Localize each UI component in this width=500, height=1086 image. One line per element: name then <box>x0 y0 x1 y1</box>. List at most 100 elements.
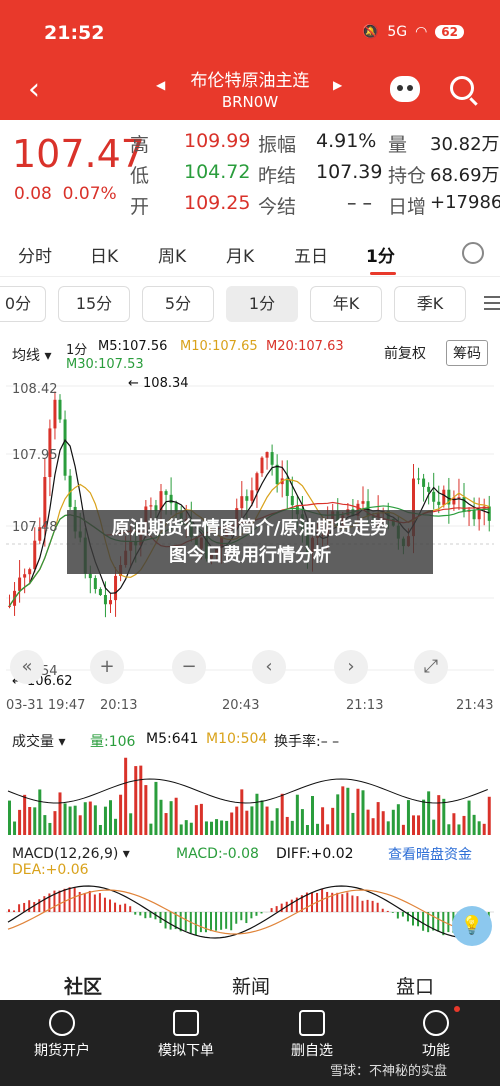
pill-season-k[interactable]: 季K <box>394 286 466 322</box>
candle-body <box>33 540 37 570</box>
volume-bar <box>437 795 441 835</box>
x-tick: 21:13 <box>346 698 384 713</box>
pan-left-icon[interactable]: ‹ <box>252 650 286 684</box>
dark-fund-link[interactable]: 查看暗盘资金 <box>388 844 472 864</box>
tab-monthly-k[interactable]: 月K <box>226 242 254 267</box>
volume-bar <box>78 815 82 835</box>
nav-remove-watch[interactable]: 删自选 <box>262 1000 362 1060</box>
volume-bar <box>189 822 193 835</box>
status-icons: 🔕 5G ◠ 62 <box>362 24 464 40</box>
volume-bar <box>169 801 173 835</box>
vol-m10: M10:504 <box>206 731 268 747</box>
tab-community[interactable]: 社区 <box>64 972 102 999</box>
pill-15min[interactable]: 15分 <box>58 286 130 322</box>
volume-svg <box>7 757 491 835</box>
candle-body <box>275 464 279 485</box>
volume-bar <box>351 812 355 835</box>
volume-bar <box>103 806 107 835</box>
nav-functions[interactable]: 功能 <box>386 1000 486 1060</box>
tab-daily-k[interactable]: 日K <box>90 242 118 267</box>
volume-bar <box>129 813 133 835</box>
tab-fenshi[interactable]: 分时 <box>18 242 52 267</box>
volume-bar <box>48 822 52 835</box>
tab-news[interactable]: 新闻 <box>232 972 270 999</box>
pill-5min[interactable]: 5分 <box>142 286 214 322</box>
next-contract-icon[interactable]: ▶ <box>333 78 342 92</box>
more-menu-icon[interactable] <box>484 296 500 310</box>
macd-label: MACD(12,26,9) <box>12 846 119 862</box>
search-icon[interactable] <box>450 76 474 100</box>
volume-bar <box>13 821 17 835</box>
volume-bar <box>452 813 456 835</box>
volume-label: 成交量 <box>12 734 54 750</box>
fullscreen-icon[interactable]: ⤢ <box>414 650 448 684</box>
high-marker-value: 108.34 <box>143 376 189 391</box>
battery-badge: 62 <box>435 25 464 39</box>
macd-select[interactable]: MACD(12,26,9) ▾ <box>12 846 130 862</box>
vol-m5: M5:641 <box>146 731 199 747</box>
ma-mode-select[interactable]: 均线 ▾ <box>12 345 51 365</box>
change-pct: 0.07% <box>62 184 117 204</box>
candle-body <box>285 478 289 496</box>
candle-body <box>53 399 57 429</box>
pill-30min[interactable]: 0分 <box>0 286 46 322</box>
nav-sim-order[interactable]: 模拟下单 <box>136 1000 236 1060</box>
volume-select[interactable]: 成交量 ▾ <box>12 731 65 751</box>
volume-bar <box>43 815 47 835</box>
tab-orderbook[interactable]: 盘口 <box>396 972 434 999</box>
volume-bar <box>93 805 97 835</box>
candle-body <box>114 575 118 601</box>
volume-bar <box>361 790 365 835</box>
volume-bar <box>230 812 234 835</box>
tab-1min[interactable]: 1分 <box>366 242 395 267</box>
change-abs: 0.08 <box>14 184 52 204</box>
mute-icon: 🔕 <box>361 24 380 40</box>
tab-weekly-k[interactable]: 周K <box>158 242 186 267</box>
candle-body <box>487 506 491 521</box>
volume-bar <box>290 820 294 835</box>
candle-body <box>149 505 153 507</box>
status-time: 21:52 <box>44 22 105 44</box>
volume-bar <box>38 789 42 835</box>
menu-icon <box>423 1010 449 1036</box>
pill-year-k[interactable]: 年K <box>310 286 382 322</box>
volume-bar <box>472 814 476 835</box>
volume-bar <box>245 810 249 835</box>
nav-label: 模拟下单 <box>158 1043 214 1059</box>
low-label: 低 <box>130 165 150 187</box>
volume-bar <box>204 821 208 835</box>
nav-open-account[interactable]: 期货开户 <box>12 1000 112 1060</box>
robot-assistant-icon[interactable] <box>390 76 420 102</box>
volume-bar <box>164 813 168 835</box>
oi-label: 持仓 <box>388 165 427 187</box>
lightbulb-icon[interactable]: 💡 <box>452 906 492 946</box>
candle-body <box>245 496 249 501</box>
settings-icon[interactable] <box>462 242 484 264</box>
chip-button[interactable]: 筹码 <box>446 340 488 366</box>
today-label: 今结 <box>258 196 297 218</box>
divider <box>0 276 500 277</box>
volume-bar <box>376 802 380 835</box>
y-tick: 107.95 <box>12 448 58 463</box>
prev-label: 昨结 <box>258 165 297 187</box>
zoom-out-icon[interactable]: − <box>172 650 206 684</box>
adjust-label[interactable]: 前复权 <box>384 343 426 363</box>
volume-bar <box>270 820 274 835</box>
rewind-icon[interactable]: « <box>10 650 44 684</box>
candle-body <box>103 595 107 605</box>
volume-bar <box>114 818 118 835</box>
quote-panel: 107.47 0.08 0.07% 高 低 开 109.99 104.72 10… <box>0 120 500 232</box>
volume-bar <box>422 799 426 835</box>
pill-1min[interactable]: 1分 <box>226 286 298 322</box>
vol-label: 量 <box>388 134 408 156</box>
volume-bar <box>280 793 284 835</box>
zoom-in-icon[interactable]: + <box>90 650 124 684</box>
candle-body <box>417 478 421 480</box>
last-price: 107.47 <box>12 132 145 176</box>
tab-five-day[interactable]: 五日 <box>294 242 328 267</box>
pan-right-icon[interactable]: › <box>334 650 368 684</box>
volume-bar <box>386 821 390 835</box>
m30-value: M30:107.53 <box>66 357 144 372</box>
volume-bar <box>371 818 375 835</box>
remove-watchlist-icon <box>299 1010 325 1036</box>
